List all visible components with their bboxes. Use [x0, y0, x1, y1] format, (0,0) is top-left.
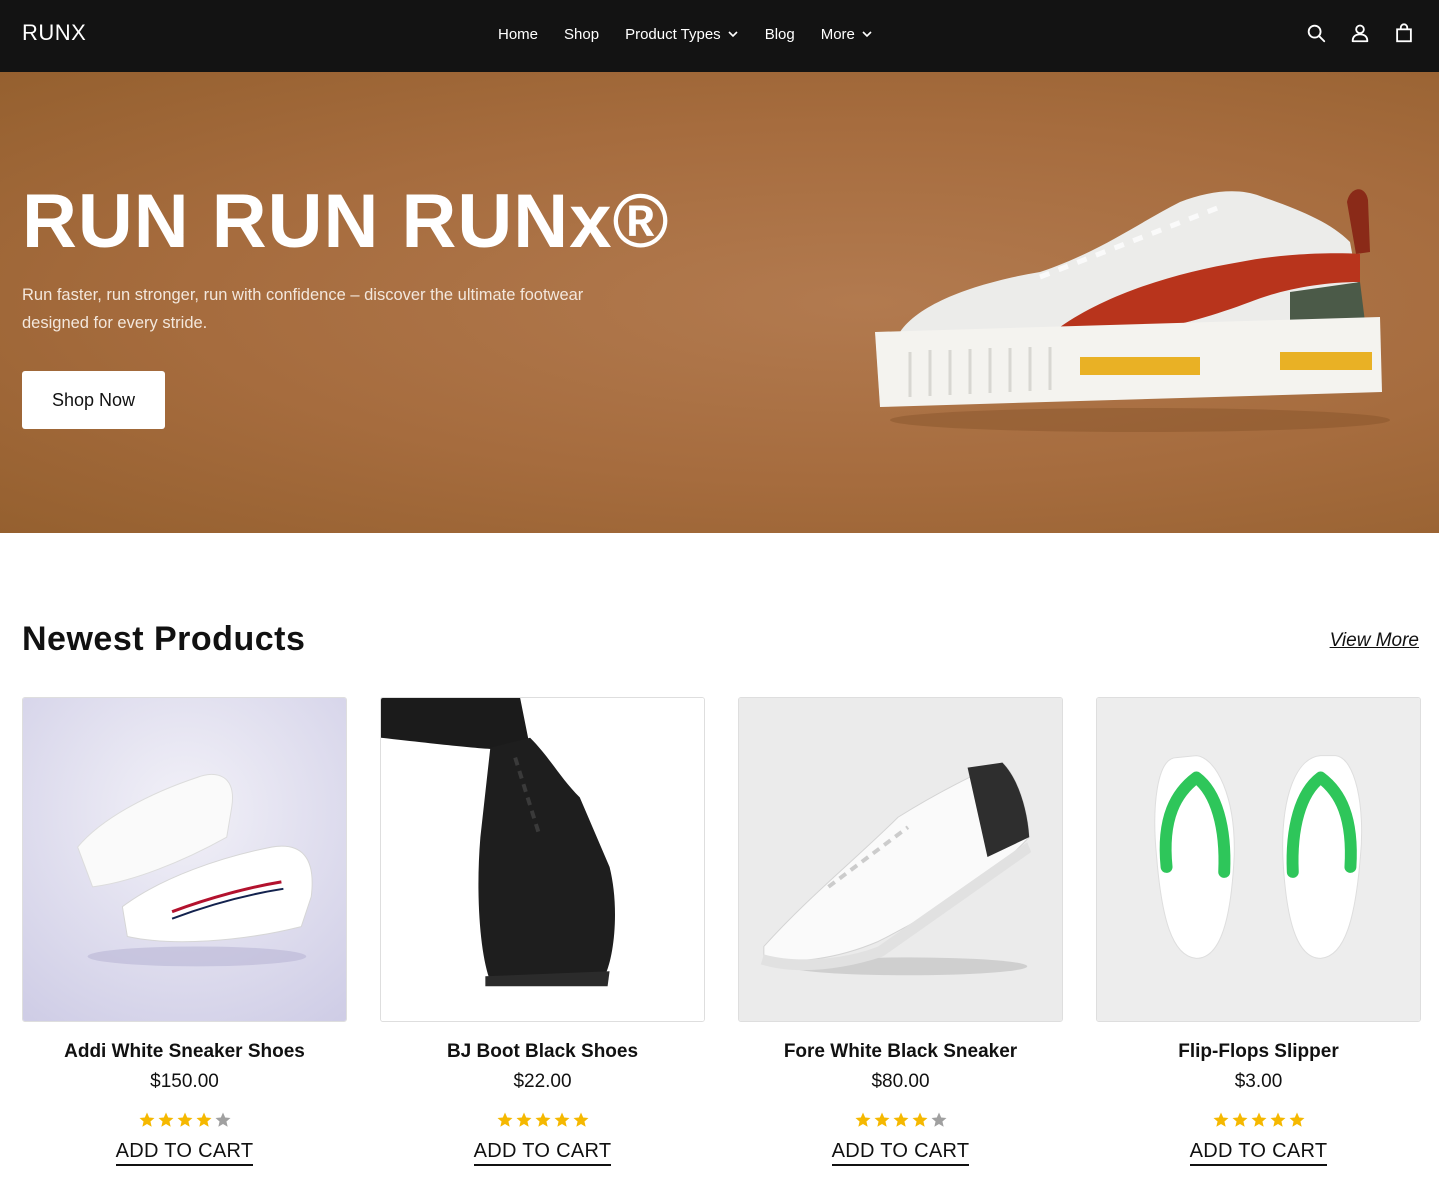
- add-to-cart-button[interactable]: ADD TO CART: [1189, 1140, 1328, 1166]
- flip-flops-image: [1097, 698, 1420, 1021]
- white-sneaker-image: [23, 698, 346, 1021]
- nav-item-product-types[interactable]: Product Types: [625, 26, 739, 43]
- nav-item-more[interactable]: More: [821, 26, 873, 43]
- star-filled-icon: [497, 1112, 512, 1127]
- site-header: RUNX Home Shop Product Types Blog More: [0, 0, 1439, 72]
- nav-item-blog[interactable]: Blog: [765, 26, 795, 43]
- view-more-link[interactable]: View More: [1330, 630, 1419, 652]
- star-filled-icon: [1270, 1112, 1285, 1127]
- nav-item-label: Shop: [564, 25, 600, 43]
- rating-stars: [22, 1111, 347, 1131]
- product-card: Flip-Flops Slipper $3.00 ADD TO CART: [1096, 697, 1421, 1166]
- rating-stars: [738, 1111, 1063, 1131]
- nav-item-label: Blog: [764, 25, 795, 43]
- rating-stars: [1096, 1111, 1421, 1131]
- product-price: $150.00: [150, 1071, 219, 1092]
- star-filled-icon: [516, 1112, 531, 1127]
- nav-item-label: More: [820, 25, 855, 43]
- rating-stars: [380, 1111, 705, 1131]
- product-name[interactable]: Fore White Black Sneaker: [738, 1041, 1063, 1063]
- nav-item-label: Home: [498, 25, 539, 43]
- product-price: $3.00: [1234, 1071, 1283, 1092]
- nav-item-shop[interactable]: Shop: [564, 26, 599, 43]
- product-card: BJ Boot Black Shoes $22.00 ADD TO CART: [380, 697, 705, 1166]
- star-filled-icon: [554, 1112, 569, 1127]
- star-filled-icon: [874, 1112, 889, 1127]
- product-card: Fore White Black Sneaker $80.00 ADD TO C…: [738, 697, 1063, 1166]
- black-shoe-image: [381, 698, 704, 1021]
- product-card: Addi White Sneaker Shoes $150.00 ADD TO …: [22, 697, 347, 1166]
- main-nav: Home Shop Product Types Blog More: [498, 22, 873, 46]
- star-filled-icon: [139, 1112, 154, 1127]
- product-image[interactable]: [380, 697, 705, 1022]
- product-price: $80.00: [871, 1071, 930, 1092]
- product-image[interactable]: [22, 697, 347, 1022]
- add-to-cart-button[interactable]: ADD TO CART: [831, 1140, 970, 1166]
- add-to-cart-button[interactable]: ADD TO CART: [115, 1140, 254, 1166]
- star-empty-icon: [215, 1112, 230, 1127]
- product-image[interactable]: [1096, 697, 1421, 1022]
- star-filled-icon: [158, 1112, 173, 1127]
- star-filled-icon: [912, 1112, 927, 1127]
- star-filled-icon: [1251, 1112, 1266, 1127]
- star-filled-icon: [1289, 1112, 1304, 1127]
- star-filled-icon: [893, 1112, 908, 1127]
- star-filled-icon: [1232, 1112, 1247, 1127]
- white-black-sneaker-image: [739, 698, 1062, 1021]
- hero-subtitle: Run faster, run stronger, run with confi…: [22, 286, 584, 332]
- section-title-newest-products: Newest Products: [22, 620, 306, 658]
- product-name[interactable]: BJ Boot Black Shoes: [380, 1041, 705, 1063]
- nav-item-label: Product Types: [625, 25, 721, 43]
- product-price: $22.00: [513, 1071, 572, 1092]
- product-grid: Addi White Sneaker Shoes $150.00 ADD TO …: [22, 697, 1422, 1166]
- star-filled-icon: [573, 1112, 588, 1127]
- search-icon[interactable]: [1305, 22, 1327, 44]
- hero-sneaker-image: [875, 189, 1390, 432]
- product-name[interactable]: Addi White Sneaker Shoes: [22, 1041, 347, 1063]
- shop-now-button[interactable]: Shop Now: [22, 371, 165, 429]
- hero-banner: RUN RUN RUNx® Run faster, run stronger, …: [0, 72, 1439, 533]
- header-actions: [1305, 22, 1415, 44]
- star-filled-icon: [196, 1112, 211, 1127]
- star-filled-icon: [855, 1112, 870, 1127]
- site-logo[interactable]: RUNX: [22, 20, 86, 46]
- product-name[interactable]: Flip-Flops Slipper: [1096, 1041, 1421, 1063]
- chevron-down-icon: [862, 31, 872, 38]
- cart-bag-icon[interactable]: [1393, 22, 1415, 44]
- chevron-down-icon: [728, 31, 738, 38]
- hero-title: RUN RUN RUNx®: [22, 179, 670, 264]
- add-to-cart-button[interactable]: ADD TO CART: [473, 1140, 612, 1166]
- star-filled-icon: [1213, 1112, 1228, 1127]
- account-icon[interactable]: [1349, 22, 1371, 44]
- nav-item-home[interactable]: Home: [498, 26, 538, 43]
- star-empty-icon: [931, 1112, 946, 1127]
- product-image[interactable]: [738, 697, 1063, 1022]
- star-filled-icon: [535, 1112, 550, 1127]
- star-filled-icon: [177, 1112, 192, 1127]
